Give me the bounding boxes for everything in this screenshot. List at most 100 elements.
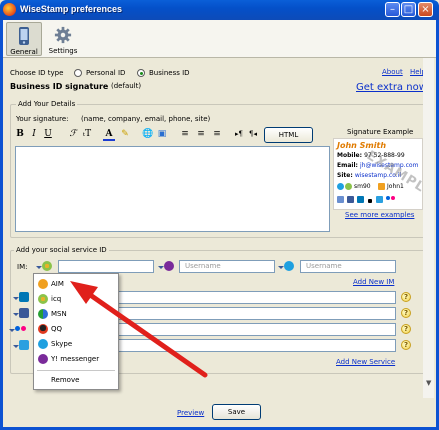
- menu-item-label: Y! messenger: [51, 355, 100, 363]
- menu-item-msn[interactable]: MSN: [34, 307, 118, 322]
- gear-icon: [54, 26, 72, 44]
- skype-icon: [337, 183, 344, 190]
- help-icon[interactable]: ?: [401, 292, 411, 302]
- facebook-input[interactable]: [118, 307, 396, 320]
- digg-icon: [368, 199, 372, 203]
- ltr-icon[interactable]: ▸¶: [234, 127, 244, 141]
- signature-textarea[interactable]: [15, 146, 330, 232]
- flickr-dropdown-arrow[interactable]: [9, 329, 15, 332]
- maximize-button[interactable]: □: [401, 2, 416, 17]
- twitter-icon[interactable]: [19, 340, 29, 350]
- preview-link[interactable]: Preview: [177, 409, 204, 417]
- twitter-input[interactable]: [118, 339, 396, 352]
- icq-icon: [345, 183, 352, 190]
- menu-item-label: Skype: [51, 340, 73, 348]
- scroll-down-icon[interactable]: ▼: [426, 379, 431, 387]
- menu-item-label: icq: [51, 295, 62, 303]
- see-more-examples-link[interactable]: See more examples: [345, 211, 414, 219]
- linkedin-icon[interactable]: [19, 292, 29, 302]
- menu-item-label: MSN: [51, 310, 67, 318]
- help-icon[interactable]: ?: [401, 324, 411, 334]
- signature-example-preview: John Smith Mobile: 97 52-888-99 Email: j…: [333, 138, 423, 210]
- menu-item-remove[interactable]: Remove: [34, 373, 118, 388]
- tab-general[interactable]: General: [6, 22, 42, 56]
- flickr-input[interactable]: [118, 323, 396, 336]
- im-label: IM:: [17, 263, 28, 271]
- italic-button[interactable]: I: [29, 127, 39, 141]
- msn-icon: [38, 309, 48, 319]
- delicious-icon: [337, 196, 344, 203]
- flickr-blue-icon: [386, 196, 390, 200]
- vertical-scrollbar[interactable]: [423, 58, 434, 398]
- bold-button[interactable]: B: [15, 127, 25, 141]
- about-link[interactable]: About: [382, 68, 403, 76]
- font-size-icon[interactable]: ₜT: [81, 127, 93, 141]
- font-color-icon[interactable]: A: [103, 127, 115, 141]
- your-signature-label: Your signature:: [16, 115, 69, 123]
- im-service-menu: AIM icq MSN QQ Skype Y! messenger Remove: [33, 273, 119, 390]
- image-icon[interactable]: ▣: [156, 127, 168, 141]
- qq-icon: [38, 324, 48, 334]
- business-id-radio[interactable]: [137, 69, 145, 77]
- add-new-service-link[interactable]: Add New Service: [336, 358, 395, 366]
- icq-icon[interactable]: [42, 261, 52, 271]
- social-group-title: Add your social service ID: [14, 246, 109, 254]
- wisestamp-logo-icon: [3, 3, 16, 16]
- flickr-pink-icon[interactable]: [21, 326, 26, 331]
- html-button[interactable]: HTML: [264, 127, 313, 143]
- rtl-icon[interactable]: ¶◂: [248, 127, 258, 141]
- menu-item-label: QQ: [51, 325, 63, 333]
- menu-item-yahoo[interactable]: Y! messenger: [34, 352, 118, 367]
- facebook-icon[interactable]: [19, 308, 29, 318]
- align-center-icon[interactable]: ≡: [195, 127, 207, 141]
- icq-icon: [38, 294, 48, 304]
- skype-icon[interactable]: [284, 261, 294, 271]
- personal-id-radio[interactable]: [74, 69, 82, 77]
- example-contact-1: sm90: [354, 183, 371, 190]
- menu-divider: [37, 370, 115, 371]
- highlight-icon[interactable]: ✎: [119, 127, 131, 141]
- signature-example-title: Signature Example: [347, 128, 414, 136]
- get-extra-link[interactable]: Get extra now: [356, 82, 427, 93]
- yahoo-icon: [38, 354, 48, 364]
- font-family-icon[interactable]: ℱ: [67, 127, 79, 141]
- close-button[interactable]: ×: [418, 2, 433, 17]
- choose-id-type-label: Choose ID type: [10, 69, 64, 77]
- aim-icon: [38, 279, 48, 289]
- linkedin-input[interactable]: [118, 291, 396, 304]
- help-icon[interactable]: ?: [401, 340, 411, 350]
- yahoo-icon[interactable]: [164, 261, 174, 271]
- signature-default-label: (default): [111, 82, 142, 90]
- align-left-icon[interactable]: ≡: [179, 127, 191, 141]
- aim-icon: [378, 183, 385, 190]
- tab-settings-label: Settings: [48, 47, 78, 55]
- flickr-blue-icon[interactable]: [15, 326, 20, 331]
- menu-item-qq[interactable]: QQ: [34, 322, 118, 337]
- linkedin-icon: [357, 196, 364, 203]
- save-button[interactable]: Save: [212, 404, 261, 420]
- skype-icon: [38, 339, 48, 349]
- menu-item-label: Remove: [51, 376, 80, 384]
- yahoo-username-input[interactable]: Username: [179, 260, 275, 273]
- skype-username-input[interactable]: Username: [300, 260, 396, 273]
- menu-item-icq[interactable]: icq: [34, 292, 118, 307]
- tab-settings[interactable]: Settings: [45, 22, 81, 56]
- link-icon[interactable]: 🌐: [142, 127, 154, 141]
- flickr-pink-icon: [391, 196, 395, 200]
- preferences-toolbar: General Settings: [3, 20, 436, 58]
- menu-item-skype[interactable]: Skype: [34, 337, 118, 352]
- underline-button[interactable]: U: [43, 127, 53, 141]
- tab-general-label: General: [10, 48, 38, 56]
- signature-title: Business ID signature: [10, 82, 109, 91]
- add-new-im-link[interactable]: Add New IM: [353, 278, 394, 286]
- facebook-icon: [347, 196, 354, 203]
- personal-id-label: Personal ID: [86, 69, 126, 77]
- align-right-icon[interactable]: ≡: [211, 127, 223, 141]
- menu-item-aim[interactable]: AIM: [34, 277, 118, 292]
- minimize-button[interactable]: –: [385, 2, 400, 17]
- business-id-label: Business ID: [149, 69, 190, 77]
- title-bar: WiseStamp preferences – □ ×: [0, 0, 439, 20]
- help-icon[interactable]: ?: [401, 308, 411, 318]
- signature-hint: (name, company, email, phone, site): [81, 115, 211, 123]
- im-username-input[interactable]: [58, 260, 154, 273]
